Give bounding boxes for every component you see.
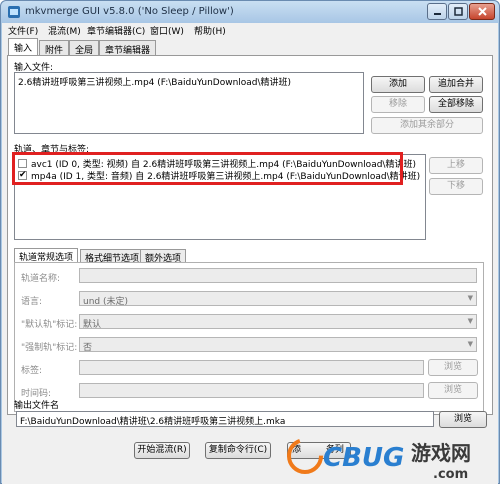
menu-bar: 文件(F) 混流(M) 章节编辑器(C) 窗口(W) 帮助(H) — [2, 23, 498, 37]
maximize-icon — [453, 7, 463, 16]
output-filename-label: 输出文件名 — [14, 401, 60, 411]
tab-chapter-editor[interactable]: 章节编辑器 — [99, 40, 157, 56]
default-flag-label: "默认轨"标记: — [21, 320, 78, 330]
move-up-button[interactable]: 上移 — [429, 157, 483, 174]
watermark-logo: CBUG 游戏网 .com — [283, 426, 499, 484]
menu-mux[interactable]: 混流(M) — [48, 24, 81, 37]
tab-input[interactable]: 输入 — [8, 38, 39, 56]
track-name-input[interactable] — [79, 268, 477, 283]
start-mux-button[interactable]: 开始混流(R) — [134, 442, 190, 459]
timecodes-browse-button[interactable]: 浏览 — [428, 382, 478, 399]
timecodes-input[interactable] — [79, 383, 424, 398]
default-flag-value: 默认 — [83, 320, 102, 330]
tab-extra-options[interactable]: 额外选项 — [140, 249, 187, 264]
forced-flag-select[interactable]: 否 ▼ — [79, 337, 477, 353]
maximize-button[interactable] — [448, 3, 468, 20]
svg-text:CBUG: CBUG — [323, 443, 404, 473]
svg-text:游戏网: 游戏网 — [411, 441, 471, 465]
minimize-button[interactable] — [427, 3, 447, 20]
output-filename-input[interactable]: F:\BaiduYunDownload\精讲班\2.6精讲班呼吸第三讲视频上.m… — [16, 411, 434, 427]
remove-button[interactable]: 移除 — [371, 96, 425, 113]
window-title: mkvmerge GUI v5.8.0 ('No Sleep / Pillow'… — [25, 6, 234, 17]
tab-attachments[interactable]: 附件 — [39, 40, 70, 56]
highlight-box — [12, 152, 403, 185]
chevron-down-icon: ▼ — [467, 294, 473, 302]
default-flag-select[interactable]: 默认 ▼ — [79, 314, 477, 330]
add-button[interactable]: 添加 — [371, 76, 425, 93]
language-value: und (未定) — [83, 297, 129, 307]
tab-global[interactable]: 全局 — [69, 40, 100, 56]
svg-text:.com: .com — [433, 467, 468, 482]
forced-flag-label: "强制轨"标记: — [21, 343, 78, 353]
close-icon — [477, 7, 487, 16]
menu-window[interactable]: 窗口(W) — [150, 24, 184, 37]
app-icon — [8, 6, 20, 18]
tags-input[interactable] — [79, 360, 424, 375]
title-bar[interactable]: mkvmerge GUI v5.8.0 ('No Sleep / Pillow'… — [1, 1, 499, 23]
tags-label: 标签: — [21, 366, 43, 376]
track-name-label: 轨道名称: — [21, 274, 61, 284]
forced-flag-value: 否 — [83, 343, 93, 353]
language-select[interactable]: und (未定) ▼ — [79, 291, 477, 307]
tab-general-track-options[interactable]: 轨道常规选项 — [14, 248, 79, 263]
append-button[interactable]: 追加合并 — [429, 76, 483, 93]
track-options-panel: 轨道名称: 语言: und (未定) ▼ "默认轨"标记: 默认 ▼ "强制轨"… — [14, 262, 484, 412]
menu-file[interactable]: 文件(F) — [8, 24, 38, 37]
input-tab-panel: 输入文件: 2.6精讲班呼吸第三讲视频上.mp4 (F:\BaiduYunDow… — [7, 55, 493, 415]
minimize-icon — [433, 13, 441, 15]
input-files-list[interactable]: 2.6精讲班呼吸第三讲视频上.mp4 (F:\BaiduYunDownload\… — [14, 72, 364, 134]
copy-command-line-button[interactable]: 复制命令行(C) — [205, 442, 271, 459]
add-other-parts-button[interactable]: 添加其余部分 — [371, 117, 483, 134]
client-area: 附件 全局 章节编辑器 输入 输入文件: 2.6精讲班呼吸第三讲视频上.mp4 … — [2, 37, 498, 484]
language-label: 语言: — [21, 297, 43, 307]
chevron-down-icon: ▼ — [467, 340, 473, 348]
tab-format-details[interactable]: 格式细节选项 — [80, 249, 145, 264]
tags-browse-button[interactable]: 浏览 — [428, 359, 478, 376]
remove-all-button[interactable]: 全部移除 — [429, 96, 483, 113]
menu-help[interactable]: 帮助(H) — [194, 24, 226, 37]
app-window: mkvmerge GUI v5.8.0 ('No Sleep / Pillow'… — [0, 0, 500, 484]
input-file-item[interactable]: 2.6精讲班呼吸第三讲视频上.mp4 (F:\BaiduYunDownload\… — [18, 75, 291, 88]
watermark-graphic: CBUG 游戏网 .com — [287, 438, 471, 482]
chevron-down-icon: ▼ — [467, 317, 473, 325]
move-down-button[interactable]: 下移 — [429, 178, 483, 195]
menu-chapter-editor[interactable]: 章节编辑器(C) — [87, 24, 145, 37]
close-button[interactable] — [469, 3, 495, 20]
